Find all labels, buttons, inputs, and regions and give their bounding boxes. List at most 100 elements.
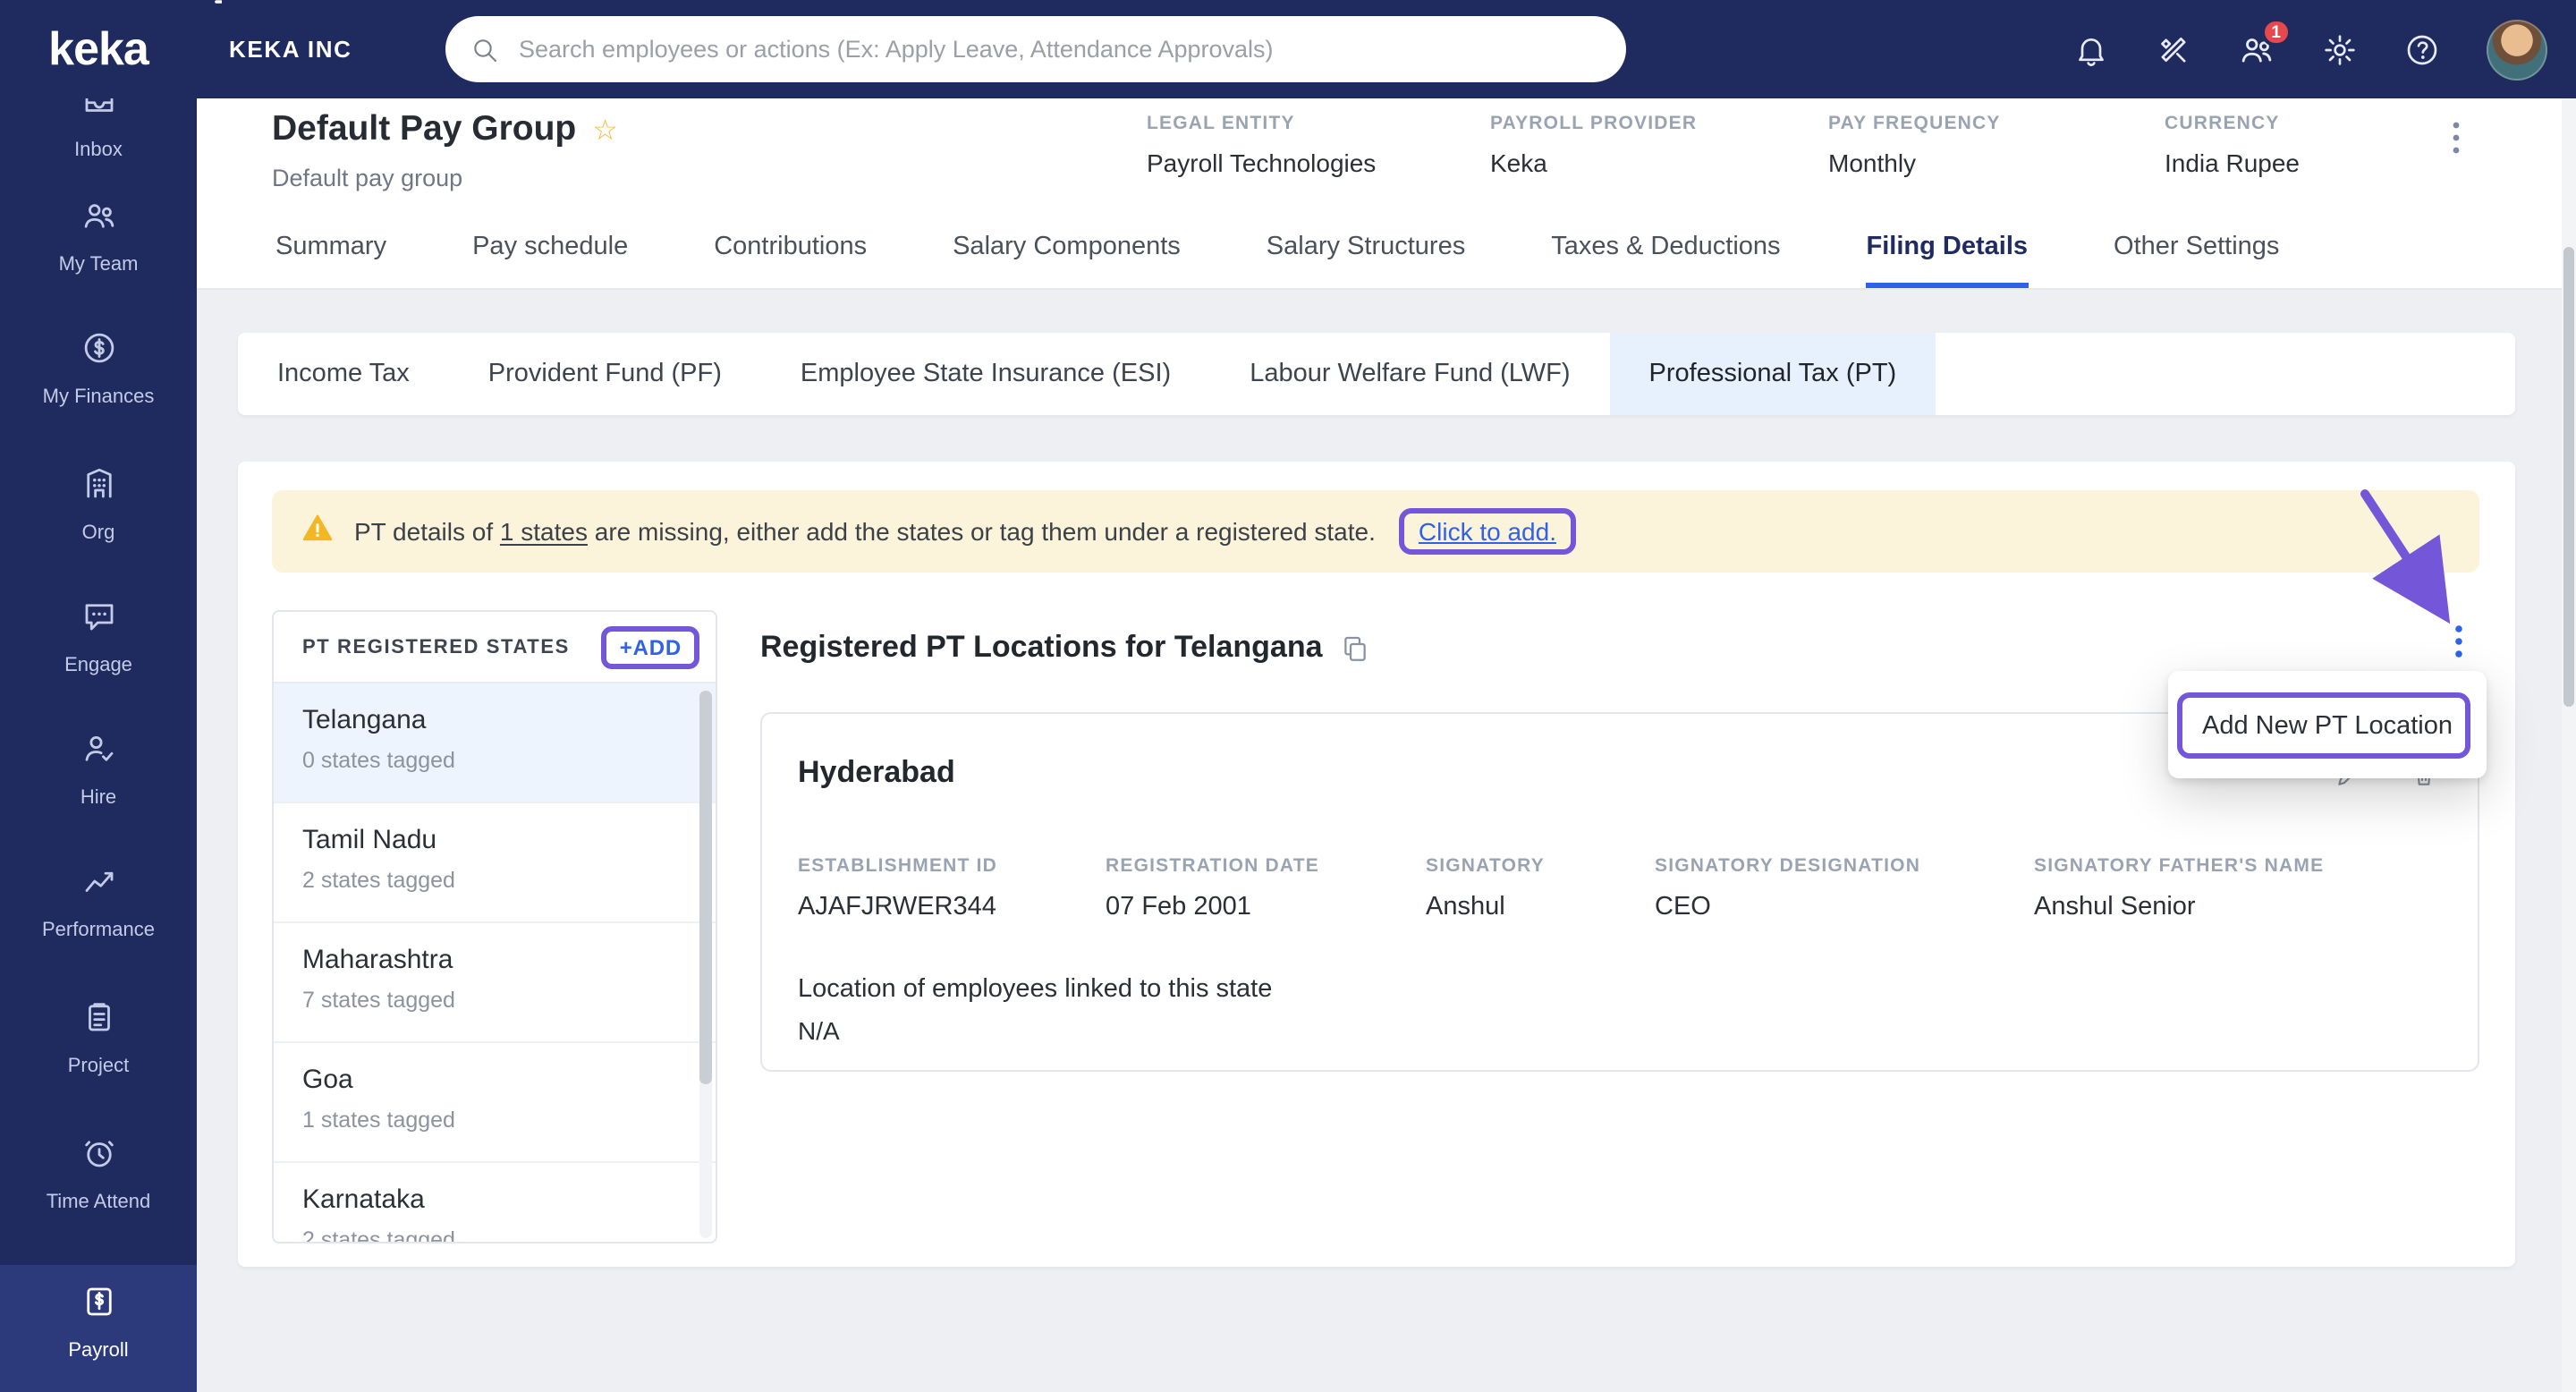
sidebar-item-label: Inbox <box>74 140 123 161</box>
page-title: Default Pay Group ☆ <box>272 109 618 150</box>
tab-taxes-deductions[interactable]: Taxes & Deductions <box>1551 208 1780 288</box>
state-item-telangana[interactable]: Telangana 0 states tagged <box>274 683 716 803</box>
subtab-lwf[interactable]: Labour Welfare Fund (LWF) <box>1210 333 1609 415</box>
global-search[interactable] <box>445 16 1626 82</box>
sidebar-item-project[interactable]: Project <box>0 998 197 1077</box>
favorite-star-icon[interactable]: ☆ <box>592 112 618 148</box>
tab-pay-schedule[interactable]: Pay schedule <box>472 208 628 288</box>
state-name: Goa <box>302 1065 353 1095</box>
logo-text: keka <box>48 21 149 75</box>
search-input[interactable] <box>515 34 1601 64</box>
meta-label: LEGAL ENTITY <box>1147 113 1295 134</box>
sidebar-item-payroll[interactable]: Payroll <box>0 1265 197 1392</box>
field-value: Anshul Senior <box>2034 893 2196 921</box>
field-value: 07 Feb 2001 <box>1106 893 1251 921</box>
meta-payroll-provider: PAYROLL PROVIDER Keka <box>1490 113 1697 177</box>
sidebar-item-my-team[interactable]: My Team <box>0 197 197 276</box>
help-icon[interactable] <box>2404 31 2440 67</box>
meta-value: Payroll Technologies <box>1147 149 1377 177</box>
time-attend-icon <box>80 1134 117 1181</box>
locations-title-state: Telangana <box>1174 630 1323 664</box>
states-scrollbar-thumb[interactable] <box>699 691 712 1084</box>
tab-salary-components[interactable]: Salary Components <box>953 208 1181 288</box>
annotation-box-add-new-pt-location: Add New PT Location <box>2177 692 2470 759</box>
subtab-esi[interactable]: Employee State Insurance (ESI) <box>761 333 1210 415</box>
annotation-box-add-button: +ADD <box>601 625 699 668</box>
sidebar-item-my-finances[interactable]: My Finances <box>0 329 197 408</box>
field-signatory-designation: SIGNATORY DESIGNATION CEO <box>1655 855 2034 921</box>
field-label: ESTABLISHMENT ID <box>798 855 997 877</box>
field-value: Anshul <box>1426 893 1505 921</box>
location-fields: ESTABLISHMENT ID AJAFJRWER344 REGISTRATI… <box>798 855 2324 921</box>
warning-banner: PT details of 1 states are missing, eith… <box>272 490 2479 573</box>
state-tagged-count: 1 states tagged <box>302 1108 455 1133</box>
annotation-box-click-to-add: Click to add. <box>1398 508 1576 555</box>
tab-other-settings[interactable]: Other Settings <box>2114 208 2279 288</box>
state-item-maharashtra[interactable]: Maharashtra 7 states tagged <box>274 923 716 1043</box>
field-label: REGISTRATION DATE <box>1106 855 1319 877</box>
menu-item-add-new-pt-location[interactable]: Add New PT Location <box>2202 711 2453 740</box>
meta-value: India Rupee <box>2165 149 2301 177</box>
sidebar-item-time-attend[interactable]: Time Attend <box>0 1134 197 1213</box>
user-avatar[interactable] <box>2487 19 2547 80</box>
subtab-provident-fund[interactable]: Provident Fund (PF) <box>449 333 761 415</box>
field-label: SIGNATORY <box>1426 855 1545 877</box>
sidebar-item-label: Performance <box>42 920 155 941</box>
subtab-professional-tax[interactable]: Professional Tax (PT) <box>1609 333 1936 415</box>
engage-icon <box>80 598 117 644</box>
notification-badge: 1 <box>2260 18 2292 47</box>
filing-subtab-bar: Income Tax Provident Fund (PF) Employee … <box>238 333 2515 415</box>
sidebar-item-label: Time Attend <box>46 1192 151 1213</box>
org-icon <box>80 465 117 512</box>
locations-kebab-menu-icon[interactable] <box>2449 619 2469 673</box>
state-tagged-count: 2 states tagged <box>302 1227 455 1243</box>
state-name: Karnataka <box>302 1184 425 1215</box>
header-kebab-menu-icon[interactable] <box>2447 116 2465 168</box>
field-signatory-fathers-name: SIGNATORY FATHER'S NAME Anshul Senior <box>2034 855 2324 921</box>
locations-dropdown-menu: Add New PT Location <box>2168 671 2487 778</box>
meta-label: PAY FREQUENCY <box>1828 113 2001 134</box>
sidebar-item-label: Project <box>67 1056 130 1077</box>
sidebar-item-org[interactable]: Org <box>0 465 197 544</box>
state-item-tamil-nadu[interactable]: Tamil Nadu 2 states tagged <box>274 803 716 923</box>
sidebar-item-label: My Finances <box>42 386 155 408</box>
sidebar-item-label: Hire <box>80 787 117 809</box>
search-icon <box>470 35 499 64</box>
pt-registered-states-panel: PT REGISTERED STATES +ADD Telangana 0 st… <box>272 610 717 1243</box>
bell-icon[interactable] <box>2073 31 2109 67</box>
gear-icon[interactable] <box>2322 31 2358 67</box>
window-scrollbar-track[interactable] <box>2562 98 2576 1392</box>
sidebar-item-engage[interactable]: Engage <box>0 598 197 676</box>
states-panel-title: PT REGISTERED STATES <box>302 636 570 658</box>
tab-filing-details[interactable]: Filing Details <box>1867 208 2029 288</box>
field-establishment-id: ESTABLISHMENT ID AJAFJRWER344 <box>798 855 1106 921</box>
copy-icon[interactable] <box>1341 632 1371 663</box>
click-to-add-link[interactable]: Click to add. <box>1419 517 1556 546</box>
linked-employees-label: Location of employees linked to this sta… <box>798 975 1273 1004</box>
hire-icon <box>80 730 117 777</box>
tab-contributions[interactable]: Contributions <box>714 208 867 288</box>
meta-value: Monthly <box>1828 149 1917 177</box>
keka-logo[interactable]: keka <box>0 0 223 98</box>
tab-salary-structures[interactable]: Salary Structures <box>1267 208 1465 288</box>
warning-icon <box>301 512 335 551</box>
subtab-income-tax[interactable]: Income Tax <box>238 333 449 415</box>
performance-icon <box>80 862 117 909</box>
window-scrollbar-thumb[interactable] <box>2563 247 2574 707</box>
state-name: Tamil Nadu <box>302 825 437 855</box>
tools-icon[interactable] <box>2156 31 2191 67</box>
project-icon <box>80 998 117 1045</box>
people-icon[interactable]: 1 <box>2238 18 2292 68</box>
missing-states-count: 1 states <box>499 517 588 546</box>
state-item-karnataka[interactable]: Karnataka 2 states tagged <box>274 1163 716 1243</box>
meta-label: PAYROLL PROVIDER <box>1490 113 1698 134</box>
field-registration-date: REGISTRATION DATE 07 Feb 2001 <box>1106 855 1426 921</box>
sidebar-item-hire[interactable]: Hire <box>0 730 197 809</box>
locations-title-prefix: Registered PT Locations for <box>760 630 1174 664</box>
payroll-icon <box>80 1283 117 1329</box>
sidebar-item-performance[interactable]: Performance <box>0 862 197 941</box>
state-item-goa[interactable]: Goa 1 states tagged <box>274 1043 716 1163</box>
field-value: AJAFJRWER344 <box>798 893 996 921</box>
tab-summary[interactable]: Summary <box>275 208 386 288</box>
add-state-button[interactable]: +ADD <box>620 634 682 659</box>
